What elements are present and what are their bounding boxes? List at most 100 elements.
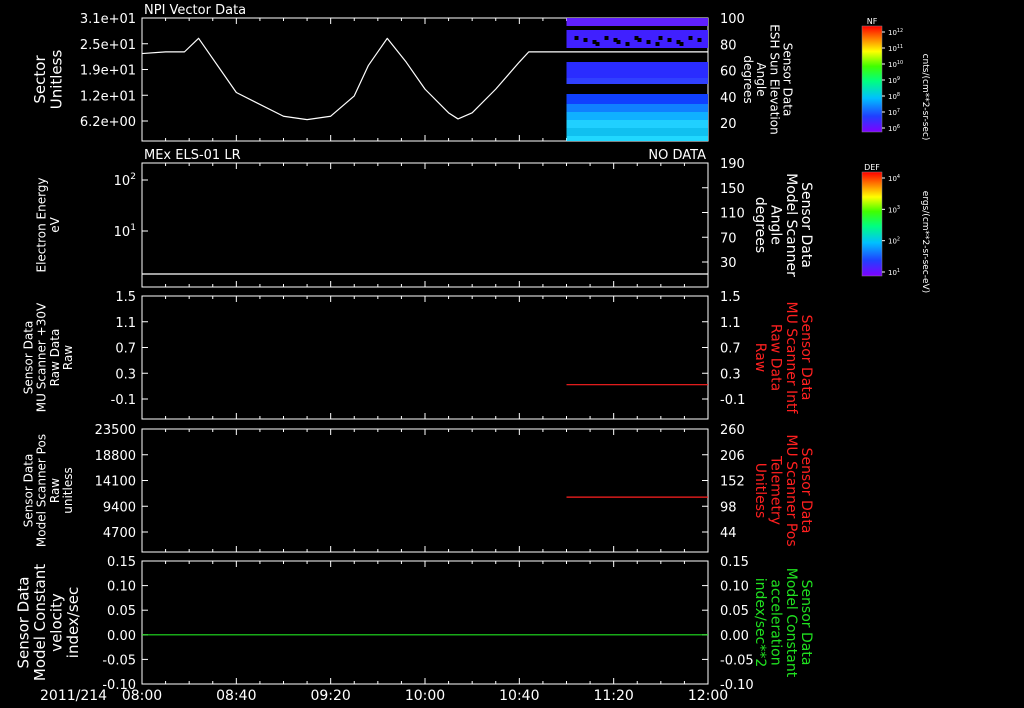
y2-tick-label: 190 bbox=[720, 157, 745, 172]
panel-4: 23500 18800 14100 9400 4700 260 206 152 98 44 Sens… bbox=[21, 423, 814, 553]
y-tick-label: 0.05 bbox=[107, 604, 136, 619]
spectrogram-gap bbox=[655, 42, 660, 46]
colorbar-tick-label: 108 bbox=[888, 92, 900, 101]
y2-tick-label: 260 bbox=[720, 423, 745, 438]
y-tick-label: 0.3 bbox=[115, 367, 136, 382]
y2-axis-label-line: Sensor Data bbox=[798, 448, 814, 534]
panel-title: MEx ELS-01 LR bbox=[144, 148, 241, 163]
panels-layer: 3.1e+01 2.5e+01 1.9e+01 1.2e+01 6.2e+00 100 80… bbox=[15, 3, 815, 693]
y-axis-label: Sensor Data MU Scanner +30V Raw Data Raw bbox=[21, 302, 75, 412]
y2-axis-label-line: degrees bbox=[741, 55, 755, 103]
y2-axis-label-line: Angle bbox=[767, 205, 783, 245]
y2-tick-label: 100 bbox=[720, 12, 745, 27]
y2-axis-label: Sensor DataModel ScannerAngledegrees bbox=[752, 173, 814, 277]
y-tick-label: -0.05 bbox=[102, 653, 136, 668]
spectrogram-gap bbox=[574, 36, 579, 40]
y-tick-label: 18800 bbox=[95, 449, 136, 464]
colorbar-1: NF 1012 1011 1010 109 108 107 106 cnts/(cm**2-sr… bbox=[861, 17, 930, 141]
spectrogram-band bbox=[566, 94, 708, 104]
spectrogram-gap bbox=[688, 36, 693, 40]
y2-axis-label: Sensor DataModel Constantaccelerationind… bbox=[752, 568, 814, 678]
spectrogram-gap bbox=[583, 38, 588, 42]
y-tick-label: 0.10 bbox=[107, 580, 136, 595]
spectrogram-gap bbox=[667, 38, 672, 42]
y2-tick-label: 30 bbox=[720, 256, 737, 271]
colorbar-tick-label: 101 bbox=[888, 268, 900, 277]
y-tick-label: 1.1 bbox=[115, 316, 136, 331]
spectrogram-band bbox=[566, 128, 708, 136]
x-tick-label: 10:40 bbox=[499, 688, 539, 704]
y2-tick-label: -0.1 bbox=[720, 393, 745, 408]
y-axis-label-line: Sensor Data bbox=[21, 321, 35, 395]
spectrogram-band bbox=[566, 112, 708, 120]
y-axis-label-line: Raw Data bbox=[48, 329, 62, 387]
colorbar-label: cnts/(cm**2-sr-sec) bbox=[920, 54, 930, 141]
panel-frame bbox=[141, 560, 709, 685]
colorbar-label: ergs/(cm**2-sr-sec-eV) bbox=[920, 191, 930, 293]
y2-tick-label: 98 bbox=[720, 500, 737, 515]
y-axis-label-line: Sensor Data bbox=[21, 454, 35, 528]
y2-axis-label-line: acceleration bbox=[767, 579, 783, 665]
y2-tick-label: 40 bbox=[720, 91, 737, 106]
y2-tick-label: 150 bbox=[720, 182, 745, 197]
spectrogram-band bbox=[566, 18, 708, 26]
y2-tick-label: 0.00 bbox=[720, 629, 749, 644]
y2-axis-label: Sensor DataMU Scanner PosTelemetryUnitle… bbox=[752, 434, 814, 546]
colorbar-tick-label: 1010 bbox=[888, 60, 903, 69]
colorbar-tick-label: 1011 bbox=[888, 44, 903, 53]
y-tick-label: 1.2e+01 bbox=[80, 89, 136, 104]
plot-canvas: 3.1e+01 2.5e+01 1.9e+01 1.2e+01 6.2e+00 100 80… bbox=[15, 3, 930, 704]
x-tick-label: 11:20 bbox=[593, 688, 633, 704]
y-tick-label: 0.00 bbox=[107, 629, 136, 644]
y2-tick-label: 1.5 bbox=[720, 290, 741, 305]
spectrogram-gap bbox=[595, 42, 600, 46]
y2-tick-label: 110 bbox=[720, 207, 745, 222]
y2-axis-label-line: degrees bbox=[752, 197, 768, 253]
panel-frame bbox=[141, 295, 709, 420]
y-tick-label: 101 bbox=[114, 223, 136, 240]
y2-axis-label-line: Telemetry bbox=[767, 455, 783, 525]
y-axis-label: Sensor Data Model Scanner Pos Raw unitless bbox=[21, 434, 75, 547]
y-axis-label-line: Model Scanner Pos bbox=[35, 434, 49, 547]
y-tick-label: 3.1e+01 bbox=[80, 12, 136, 27]
y2-tick-label: 0.05 bbox=[720, 604, 749, 619]
y2-tick-label: 152 bbox=[720, 475, 745, 490]
colorbar-title: NF bbox=[867, 17, 878, 26]
y-tick-label: -0.1 bbox=[111, 393, 136, 408]
y-axis-label-line: unitless bbox=[61, 467, 75, 513]
colorbar-tick-label: 104 bbox=[888, 174, 900, 183]
y-axis-label-line: Unitless bbox=[48, 50, 66, 110]
spectrogram bbox=[566, 18, 708, 141]
y-tick-label: 4700 bbox=[103, 526, 136, 541]
x-tick-label: 10:00 bbox=[405, 688, 445, 704]
y2-axis-label-line: Angle bbox=[754, 62, 768, 96]
y2-axis-label-line: Sensor Data bbox=[798, 580, 814, 666]
y-tick-label: 14100 bbox=[95, 475, 136, 490]
y-axis-label-line: Sensor Data bbox=[15, 577, 33, 669]
y-tick-label: 23500 bbox=[95, 423, 136, 438]
y2-axis-label-line: MU Scanner Pos bbox=[783, 434, 799, 546]
colorbar-tick-label: 107 bbox=[888, 108, 900, 117]
y2-tick-label: 80 bbox=[720, 38, 737, 53]
spectrogram-gap bbox=[625, 42, 630, 46]
spectrogram-band bbox=[566, 104, 708, 112]
y2-tick-label: 60 bbox=[720, 65, 737, 80]
colorbar-title: DEF bbox=[864, 163, 880, 172]
y2-axis-label-line: Raw bbox=[752, 343, 768, 372]
x-tick-label: 09:20 bbox=[310, 688, 350, 704]
colorbar-tick-label: 106 bbox=[888, 124, 900, 133]
y2-tick-label: -0.05 bbox=[720, 653, 754, 668]
panel-3: 1.5 1.1 0.7 0.3 -0.1 1.5 1.1 0.7 0.3 -0.1 Sensor D… bbox=[21, 290, 814, 420]
y2-axis-label-line: Unitless bbox=[752, 463, 768, 519]
panel-frame bbox=[141, 428, 709, 553]
y2-tick-label: 0.7 bbox=[720, 342, 741, 357]
colorbars-layer: NF 1012 1011 1010 109 108 107 106 cnts/(cm**2-sr… bbox=[861, 17, 930, 293]
y2-tick-label: 0.15 bbox=[720, 555, 749, 570]
y2-axis-label-line: Sensor Data bbox=[798, 315, 814, 401]
time-axis: 2011/214 08:00 08:40 09:20 10:00 10:40 11:20 12… bbox=[40, 688, 728, 704]
x-tick-label: 12:00 bbox=[688, 688, 728, 704]
colorbar-2: DEF 104 103 102 101 ergs/(cm**2-sr-sec-eV) bbox=[861, 163, 930, 293]
x-tick-label: 08:00 bbox=[122, 688, 162, 704]
y-axis-label: Sensor DataModel Constantvelocityindex/s… bbox=[15, 564, 83, 681]
y-axis-label-line: Model Constant bbox=[31, 564, 49, 681]
